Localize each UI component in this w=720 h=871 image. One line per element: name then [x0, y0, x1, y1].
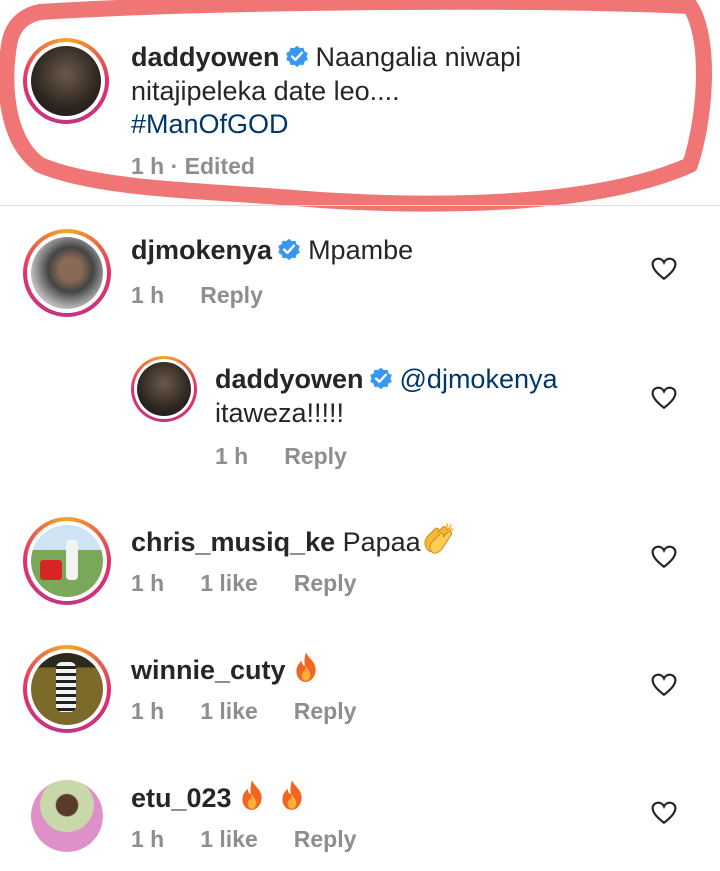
reply-mention[interactable]: @djmokenya	[400, 364, 558, 394]
divider	[0, 205, 720, 206]
like-count[interactable]: 1 like	[200, 698, 258, 724]
comment-timestamp: 1 h	[131, 826, 165, 852]
clapping-hands-icon	[424, 523, 454, 554]
heart-icon[interactable]	[651, 386, 677, 410]
caption-hashtag[interactable]: #ManOfGOD	[131, 109, 289, 140]
reply-button[interactable]: Reply	[294, 826, 357, 852]
heart-icon[interactable]	[651, 673, 677, 697]
verified-badge-icon	[285, 45, 308, 68]
avatar[interactable]	[31, 237, 103, 309]
reply-button[interactable]: Reply	[200, 282, 263, 308]
like-count[interactable]: 1 like	[200, 570, 258, 596]
comment-text: Papaa	[342, 527, 421, 557]
comment-username[interactable]: chris_musiq_ke	[131, 527, 335, 557]
caption-timestamp: 1 h · Edited	[131, 153, 255, 179]
reply-username[interactable]: daddyowen	[215, 364, 364, 394]
red-annotation-circle	[0, 0, 712, 212]
avatar[interactable]	[31, 780, 103, 852]
fire-icon	[282, 780, 302, 810]
avatar[interactable]	[31, 46, 101, 116]
heart-icon[interactable]	[651, 257, 677, 281]
reply-timestamp: 1 h	[215, 443, 249, 469]
comment-text: Mpambe	[308, 235, 414, 265]
avatar[interactable]	[137, 362, 191, 416]
verified-badge-icon	[369, 367, 392, 390]
caption-text-line2: nitajipeleka date leo....	[131, 76, 400, 106]
fire-icon	[242, 780, 262, 810]
caption-text-line1: Naangalia niwapi	[315, 42, 522, 72]
comment-timestamp: 1 h	[131, 282, 165, 308]
heart-icon[interactable]	[651, 545, 677, 569]
comment-timestamp: 1 h	[131, 698, 165, 724]
fire-icon	[296, 652, 316, 682]
reply-button[interactable]: Reply	[294, 698, 357, 724]
caption-username[interactable]: daddyowen	[131, 42, 280, 72]
comment-timestamp: 1 h	[131, 570, 165, 596]
like-count[interactable]: 1 like	[200, 826, 258, 852]
comment-username[interactable]: winnie_cuty	[131, 655, 286, 685]
verified-badge-icon	[278, 238, 300, 261]
heart-icon[interactable]	[651, 801, 677, 825]
comment-username[interactable]: etu_023	[131, 783, 232, 813]
reply-button[interactable]: Reply	[294, 570, 357, 596]
comment-username[interactable]: djmokenya	[131, 235, 272, 265]
reply-text: itaweza!!!!!	[215, 398, 345, 428]
reply-button[interactable]: Reply	[284, 443, 347, 469]
